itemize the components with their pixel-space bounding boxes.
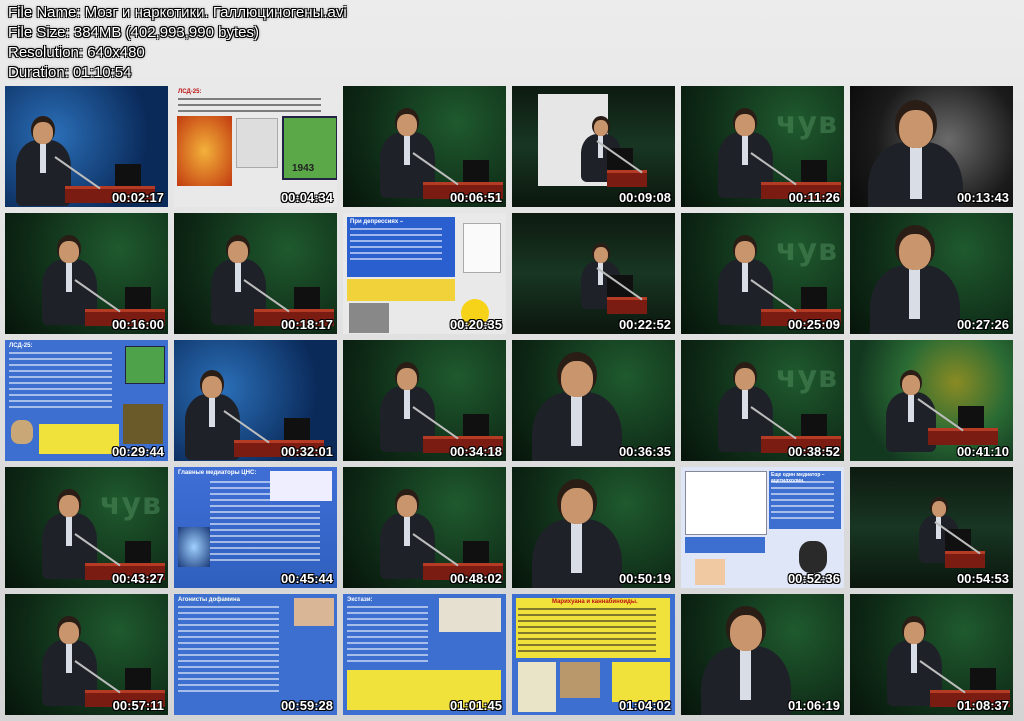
slide-text-lines	[9, 350, 121, 410]
timestamp-label: 01:04:02	[618, 698, 671, 713]
laptop	[115, 164, 141, 186]
timestamp-label: 00:16:00	[111, 317, 164, 332]
video-thumbnail: 00:13:43	[850, 86, 1013, 207]
video-thumbnail: 00:32:01	[174, 340, 337, 461]
laptop	[125, 287, 151, 309]
thumbnail-grid: 00:02:17 ЛСД-25: 1943 00:04:34 00:06:51 00:09…	[5, 86, 1013, 715]
video-thumbnail: чув 00:43:27	[5, 467, 168, 588]
video-thumbnail: 00:16:00	[5, 213, 168, 334]
video-thumbnail: 00:48:02	[343, 467, 506, 588]
video-thumbnail: Агонисты дофамина 00:59:28	[174, 594, 337, 715]
timestamp-label: 00:02:17	[111, 190, 164, 205]
slide-title: Агонисты дофамина	[178, 597, 240, 603]
slide-title: При депрессиях –	[350, 219, 404, 225]
slide-title: Главные медиаторы ЦНС:	[178, 470, 257, 476]
background-text: чув	[775, 106, 838, 141]
timestamp-label: 00:34:18	[449, 444, 502, 459]
video-thumbnail: 01:08:37	[850, 594, 1013, 715]
timestamp-label: 00:57:11	[112, 698, 164, 713]
timestamp-label: 00:29:44	[111, 444, 164, 459]
laptop	[463, 160, 489, 182]
timestamp-label: 00:18:17	[280, 317, 333, 332]
video-thumbnail: 00:41:10	[850, 340, 1013, 461]
video-thumbnail: 01:06:19	[681, 594, 844, 715]
laptop	[463, 541, 489, 563]
video-thumbnail: Экстази: 01:01:45	[343, 594, 506, 715]
slide-text-lines	[178, 96, 333, 114]
timestamp-label: 01:01:45	[449, 698, 502, 713]
video-thumbnail: 00:36:35	[512, 340, 675, 461]
video-thumbnail: 00:50:19	[512, 467, 675, 588]
slide-text-lines	[350, 226, 450, 262]
laptop	[125, 541, 151, 563]
video-thumbnail: 00:27:26	[850, 213, 1013, 334]
timestamp-label: 00:52:36	[787, 571, 840, 586]
timestamp-label: 00:59:28	[280, 698, 333, 713]
timestamp-label: 00:20:35	[449, 317, 502, 332]
video-thumbnail: 00:57:11	[5, 594, 168, 715]
timestamp-label: 00:45:44	[280, 571, 333, 586]
resolution-text: Resolution: 640x480	[8, 44, 145, 61]
timestamp-label: 00:13:43	[956, 190, 1009, 205]
background-text: чув	[775, 360, 838, 395]
timestamp-label: 00:27:26	[956, 317, 1009, 332]
laptop	[801, 414, 827, 436]
timestamp-label: 01:06:19	[787, 698, 840, 713]
background-text: чув	[775, 233, 838, 268]
laptop	[284, 418, 310, 440]
timestamp-label: 00:36:35	[618, 444, 671, 459]
slide-text-lines	[178, 604, 288, 694]
timestamp-label: 00:43:27	[111, 571, 164, 586]
laptop	[970, 668, 996, 690]
slide-title: Марихуана и каннабиноиды.	[552, 599, 638, 605]
laptop	[294, 287, 320, 309]
video-thumbnail: ЛСД-25: 00:29:44	[5, 340, 168, 461]
video-thumbnail: ЛСД-25: 1943 00:04:34	[174, 86, 337, 207]
slide-text-lines	[347, 604, 435, 664]
year-label: 1943	[292, 163, 315, 174]
video-thumbnail: 00:06:51	[343, 86, 506, 207]
video-thumbnail: чув 00:11:26	[681, 86, 844, 207]
timestamp-label: 00:22:52	[618, 317, 671, 332]
video-thumbnail: чув 00:25:09	[681, 213, 844, 334]
video-thumbnail: 00:18:17	[174, 213, 337, 334]
timestamp-label: 00:04:34	[280, 190, 333, 205]
video-thumbnail: 00:22:52	[512, 213, 675, 334]
slide-text-lines	[771, 479, 839, 521]
slide-title: ЛСД-25:	[9, 343, 33, 349]
laptop	[463, 414, 489, 436]
video-thumbnail: Еще один медиатор – ацетилхолин.00:52:36	[681, 467, 844, 588]
timestamp-label: 00:38:52	[787, 444, 840, 459]
video-thumbnail: Главные медиаторы ЦНС: 00:45:44	[174, 467, 337, 588]
laptop	[801, 160, 827, 182]
video-thumbnail: Марихуана и каннабиноиды. 01:04:02	[512, 594, 675, 715]
timestamp-label: 00:54:53	[956, 571, 1009, 586]
file-name-text: File Name: Мозг и наркотики. Галлюциноге…	[8, 4, 347, 21]
laptop	[125, 668, 151, 690]
timestamp-label: 00:41:10	[956, 444, 1009, 459]
video-thumbnail: 00:09:08	[512, 86, 675, 207]
timestamp-label: 00:32:01	[280, 444, 333, 459]
video-thumbnail: При депрессиях – 00:20:35	[343, 213, 506, 334]
background-text: чув	[99, 487, 162, 522]
file-info-header: File Name: Мозг и наркотики. Галлюциноге…	[8, 3, 347, 83]
timestamp-label: 00:48:02	[449, 571, 502, 586]
timestamp-label: 01:08:37	[956, 698, 1009, 713]
slide-title: Экстази:	[347, 597, 373, 603]
timestamp-label: 00:11:26	[788, 190, 840, 205]
duration-text: Duration: 01:10:54	[8, 64, 132, 81]
timestamp-label: 00:06:51	[449, 190, 502, 205]
slide-title: ЛСД-25:	[178, 89, 202, 95]
file-size-text: File Size: 384MB (402,993,990 bytes)	[8, 24, 259, 41]
video-thumbnail: 00:34:18	[343, 340, 506, 461]
video-thumbnail: чув 00:38:52	[681, 340, 844, 461]
timestamp-label: 00:09:08	[618, 190, 671, 205]
laptop	[801, 287, 827, 309]
timestamp-label: 00:25:09	[787, 317, 840, 332]
video-thumbnail: 00:02:17	[5, 86, 168, 207]
video-thumbnail: 00:54:53	[850, 467, 1013, 588]
slide-text-lines	[518, 606, 668, 654]
timestamp-label: 00:50:19	[618, 571, 671, 586]
laptop	[958, 406, 984, 428]
